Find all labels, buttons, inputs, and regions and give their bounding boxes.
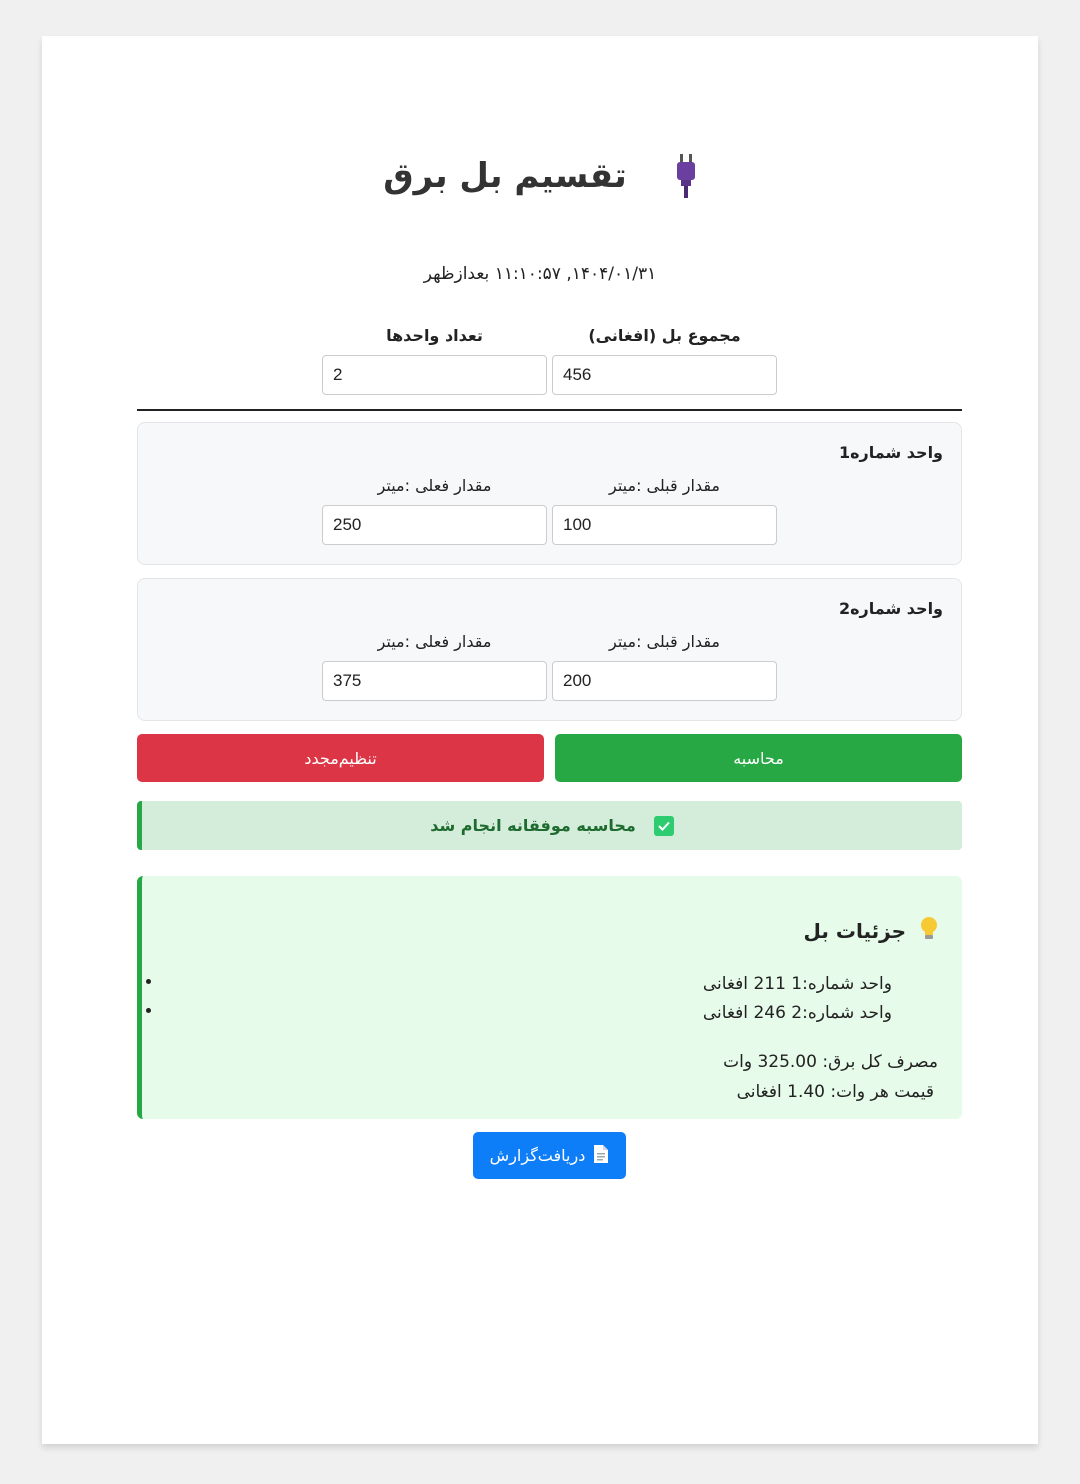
app-card: تقسیم بل برق ۱۴۰۴/۰۱/۳۱, ۱۱:۱۰:۵۷ بعدازظ…	[42, 36, 1038, 1444]
price-per-watt: قیمت هر وات: 1.40 افغانی	[736, 1082, 934, 1102]
current-reading-input[interactable]: 250	[322, 505, 547, 545]
reset-button[interactable]: تنظیم‌مجدد	[137, 734, 544, 782]
unit-share-2: واحد شماره:2 246 افغانی	[702, 1003, 892, 1023]
checkmark-icon	[653, 815, 674, 836]
lightbulb-icon	[920, 916, 938, 945]
current-reading-label: مقدار فعلی :میتر	[377, 632, 492, 651]
divider	[137, 409, 962, 411]
datetime-display: ۱۴۰۴/۰۱/۳۱, ۱۱:۱۰:۵۷ بعدازظهر	[423, 264, 657, 284]
document-icon	[593, 1144, 609, 1168]
total-bill-input[interactable]: 456	[552, 355, 777, 395]
previous-reading-input[interactable]: 100	[552, 505, 777, 545]
units-count-input[interactable]: 2	[322, 355, 547, 395]
current-reading-label: مقدار فعلی :میتر	[377, 476, 492, 495]
bullet	[146, 1008, 151, 1013]
unit-title: واحد شماره1	[838, 443, 943, 462]
total-consumption: مصرف کل برق: 325.00 وات	[723, 1052, 938, 1072]
page-title: تقسیم بل برق	[383, 156, 627, 196]
alert-message: محاسبه موفقانه انجام شد	[430, 816, 636, 835]
previous-reading-input[interactable]: 200	[552, 661, 777, 701]
download-report-button[interactable]: دریافت‌گزارش	[473, 1132, 626, 1179]
details-title: جزئیات بل	[803, 918, 906, 943]
units-count-label: تعداد واحدها	[386, 326, 483, 345]
unit-share-1: واحد شماره:1 211 افغانی	[702, 974, 892, 994]
unit-card-1: واحد شماره1 مقدار قبلی :میتر مقدار فعلی …	[137, 422, 962, 565]
page-header: تقسیم بل برق	[42, 154, 1038, 198]
unit-card-2: واحد شماره2 مقدار قبلی :میتر مقدار فعلی …	[137, 578, 962, 721]
unit-title: واحد شماره2	[838, 599, 943, 618]
bill-details-panel: جزئیات بل واحد شماره:1 211 افغانی واحد ش…	[137, 876, 962, 1119]
previous-reading-label: مقدار قبلی :میتر	[609, 476, 720, 495]
bullet	[146, 979, 151, 984]
current-reading-input[interactable]: 375	[322, 661, 547, 701]
total-bill-label: مجموع بل (افغانی)	[588, 326, 741, 345]
previous-reading-label: مقدار قبلی :میتر	[609, 632, 720, 651]
download-label: دریافت‌گزارش	[489, 1146, 586, 1165]
success-alert: محاسبه موفقانه انجام شد	[137, 801, 962, 850]
calculate-button[interactable]: محاسبه	[555, 734, 962, 782]
plug-icon	[675, 154, 697, 198]
details-heading: جزئیات بل	[804, 916, 938, 945]
